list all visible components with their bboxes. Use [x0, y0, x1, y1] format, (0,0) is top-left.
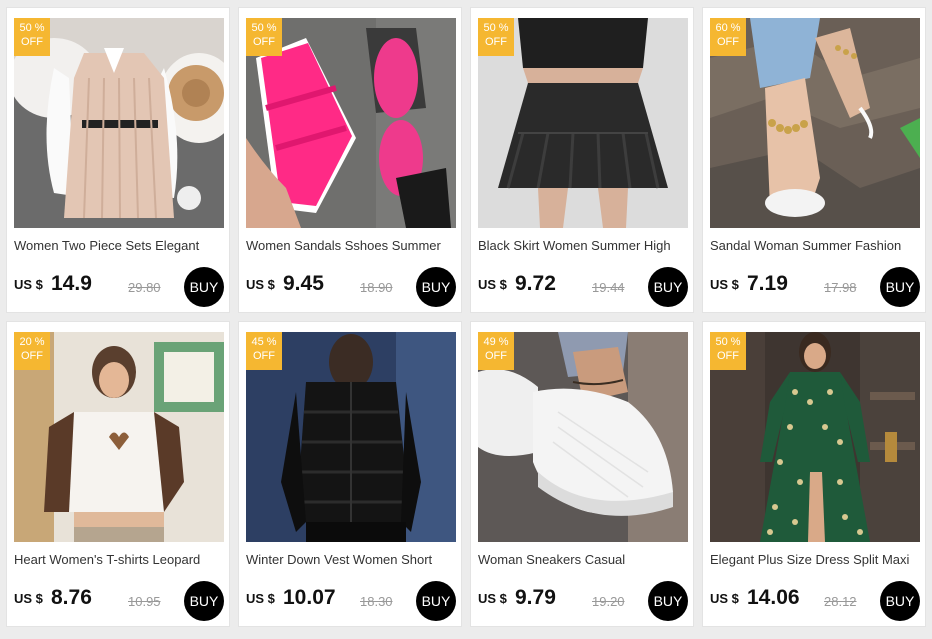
product-title[interactable]: Woman Sneakers Casual: [478, 552, 690, 567]
discount-off-label: OFF: [717, 36, 739, 48]
original-price: 18.90: [360, 280, 393, 295]
product-title[interactable]: Elegant Plus Size Dress Split Maxi: [710, 552, 922, 567]
discount-badge: 49 % OFF: [478, 332, 514, 370]
product-title[interactable]: Women Two Piece Sets Elegant: [14, 238, 226, 253]
discount-percent: 20 %: [19, 336, 45, 348]
product-price: 9.79: [515, 586, 556, 609]
product-title[interactable]: Women Sandals Sshoes Summer: [246, 238, 458, 253]
buy-button[interactable]: BUY: [648, 267, 688, 307]
discount-percent: 50 %: [483, 22, 509, 34]
product-title[interactable]: Heart Women's T-shirts Leopard: [14, 552, 226, 567]
discount-badge: 50 % OFF: [246, 18, 282, 56]
discount-badge: 60 % OFF: [710, 18, 746, 56]
discount-badge: 45 % OFF: [246, 332, 282, 370]
product-price: 9.45: [283, 272, 324, 295]
product-title[interactable]: Winter Down Vest Women Short: [246, 552, 458, 567]
original-price: 10.95: [128, 594, 161, 609]
original-price: 18.30: [360, 594, 393, 609]
currency-label: US $: [478, 277, 507, 292]
product-card[interactable]: 50 % OFF Black Skirt Women Summer High U…: [470, 7, 694, 313]
currency-label: US $: [246, 277, 275, 292]
discount-off-label: OFF: [253, 350, 275, 362]
product-card[interactable]: 49 % OFF Woman Sneakers Casual US $ 9.79…: [470, 321, 694, 627]
discount-off-label: OFF: [485, 36, 507, 48]
buy-button[interactable]: BUY: [184, 581, 224, 621]
product-card[interactable]: 60 % OFF Sandal Woman Summer Fashion US …: [702, 7, 926, 313]
original-price: 28.12: [824, 594, 857, 609]
product-card[interactable]: 50 % OFF Elegant Plus Size Dress Split M…: [702, 321, 926, 627]
discount-off-label: OFF: [485, 350, 507, 362]
buy-button[interactable]: BUY: [880, 267, 920, 307]
product-price: 14.06: [747, 586, 800, 609]
product-grid: 50 % OFF Women Two Piece Sets Elegant US…: [6, 7, 930, 631]
currency-label: US $: [14, 277, 43, 292]
discount-percent: 50 %: [715, 336, 741, 348]
discount-percent: 45 %: [251, 336, 277, 348]
discount-off-label: OFF: [717, 350, 739, 362]
discount-percent: 60 %: [715, 22, 741, 34]
product-price: 10.07: [283, 586, 336, 609]
currency-label: US $: [710, 591, 739, 606]
discount-percent: 49 %: [483, 336, 509, 348]
buy-button[interactable]: BUY: [184, 267, 224, 307]
product-card[interactable]: 50 % OFF Women Sandals Sshoes Summer US …: [238, 7, 462, 313]
product-title[interactable]: Sandal Woman Summer Fashion: [710, 238, 922, 253]
original-price: 19.20: [592, 594, 625, 609]
discount-off-label: OFF: [253, 36, 275, 48]
buy-button[interactable]: BUY: [416, 267, 456, 307]
discount-badge: 20 % OFF: [14, 332, 50, 370]
discount-percent: 50 %: [19, 22, 45, 34]
product-card[interactable]: 50 % OFF Women Two Piece Sets Elegant US…: [6, 7, 230, 313]
discount-percent: 50 %: [251, 22, 277, 34]
product-price: 9.72: [515, 272, 556, 295]
discount-badge: 50 % OFF: [710, 332, 746, 370]
discount-badge: 50 % OFF: [478, 18, 514, 56]
currency-label: US $: [478, 591, 507, 606]
discount-badge: 50 % OFF: [14, 18, 50, 56]
original-price: 19.44: [592, 280, 625, 295]
original-price: 17.98: [824, 280, 857, 295]
buy-button[interactable]: BUY: [880, 581, 920, 621]
discount-off-label: OFF: [21, 36, 43, 48]
product-price: 8.76: [51, 586, 92, 609]
original-price: 29.80: [128, 280, 161, 295]
buy-button[interactable]: BUY: [416, 581, 456, 621]
product-title[interactable]: Black Skirt Women Summer High: [478, 238, 690, 253]
product-card[interactable]: 45 % OFF Winter Down Vest Women Short US…: [238, 321, 462, 627]
product-price: 7.19: [747, 272, 788, 295]
discount-off-label: OFF: [21, 350, 43, 362]
currency-label: US $: [14, 591, 43, 606]
currency-label: US $: [246, 591, 275, 606]
product-price: 14.9: [51, 272, 92, 295]
currency-label: US $: [710, 277, 739, 292]
product-card[interactable]: 20 % OFF Heart Women's T-shirts Leopard …: [6, 321, 230, 627]
buy-button[interactable]: BUY: [648, 581, 688, 621]
